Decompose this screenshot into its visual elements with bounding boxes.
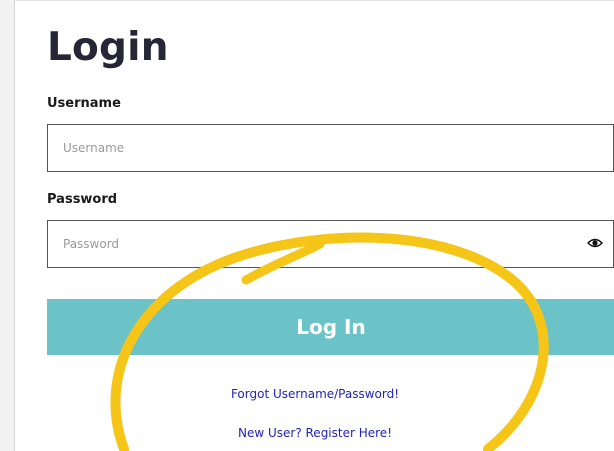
username-input[interactable] — [47, 124, 614, 172]
register-link[interactable]: New User? Register Here! — [15, 426, 614, 440]
password-label: Password — [47, 192, 118, 207]
login-card: Login Username Password Log In Forgot Us… — [14, 0, 614, 451]
login-button[interactable]: Log In — [47, 299, 614, 355]
eye-icon[interactable] — [587, 236, 603, 250]
forgot-password-link[interactable]: Forgot Username/Password! — [15, 387, 614, 401]
username-label: Username — [47, 96, 121, 111]
password-input[interactable] — [47, 220, 614, 268]
page-title: Login — [47, 25, 169, 70]
